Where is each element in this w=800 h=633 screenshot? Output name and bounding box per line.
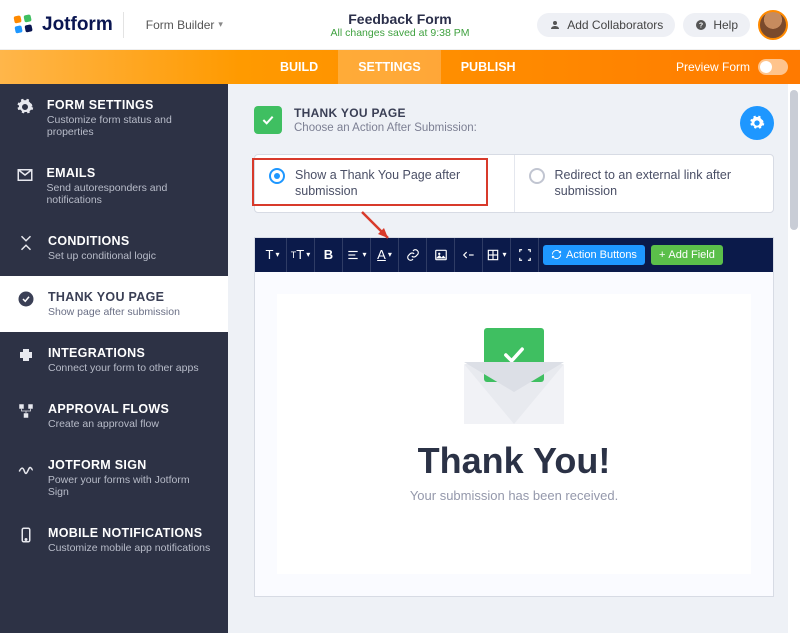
branch-icon (16, 234, 36, 262)
sidebar-item-form-settings[interactable]: FORM SETTINGSCustomize form status and p… (0, 84, 228, 152)
link-button[interactable] (399, 238, 427, 272)
app-header: Jotform Form Builder ▾ Feedback Form All… (0, 0, 800, 50)
check-badge-icon (254, 106, 282, 134)
refresh-icon (551, 249, 562, 260)
plus-icon: + (659, 249, 665, 261)
envelope-icon (16, 166, 34, 206)
font-size-button[interactable]: TT▾ (287, 238, 315, 272)
panel-subtitle: Choose an Action After Submission: (294, 122, 477, 134)
sidebar-item-emails[interactable]: EMAILSSend autoresponders and notificati… (0, 152, 228, 220)
main-nav: BUILD SETTINGS PUBLISH Preview Form (0, 50, 800, 84)
brand-text: Jotform (42, 14, 113, 36)
thank-you-settings-button[interactable] (740, 106, 774, 140)
mobile-icon (16, 526, 36, 554)
preview-toggle[interactable] (758, 59, 788, 75)
save-status: All changes saved at 9:38 PM (331, 27, 470, 39)
add-field-button[interactable]: + Add Field (651, 245, 723, 265)
gear-icon (16, 98, 35, 138)
puzzle-icon (16, 346, 36, 374)
tab-settings[interactable]: SETTINGS (338, 50, 441, 84)
divider (123, 12, 124, 38)
table-button[interactable]: ▾ (483, 238, 511, 272)
add-collaborators-button[interactable]: Add Collaborators (537, 13, 675, 37)
chevron-down-icon: ▾ (218, 19, 223, 30)
sidebar-item-approval-flows[interactable]: APPROVAL FLOWSCreate an approval flow (0, 388, 228, 444)
gear-icon (749, 115, 765, 131)
sidebar-item-integrations[interactable]: INTEGRATIONSConnect your form to other a… (0, 332, 228, 388)
option-show-thank-you[interactable]: Show a Thank You Page after submission (255, 155, 514, 212)
user-icon (549, 19, 561, 31)
thank-you-subtitle[interactable]: Your submission has been received. (410, 488, 618, 503)
settings-sidebar: FORM SETTINGSCustomize form status and p… (0, 84, 228, 633)
font-family-button[interactable]: T▾ (259, 238, 287, 272)
main-panel: THANK YOU PAGE Choose an Action After Su… (228, 84, 800, 633)
jotform-logo-icon (12, 13, 36, 37)
builder-dropdown[interactable]: Form Builder ▾ (138, 15, 231, 35)
preview-form-label: Preview Form (676, 60, 750, 74)
scrollbar-track[interactable] (788, 84, 800, 633)
question-icon: ? (695, 19, 707, 31)
sidebar-item-mobile-notifications[interactable]: MOBILE NOTIFICATIONSCustomize mobile app… (0, 512, 228, 568)
radio-selected-icon (269, 168, 285, 184)
align-button[interactable]: ▾ (343, 238, 371, 272)
action-options: Show a Thank You Page after submission R… (254, 154, 774, 213)
logo[interactable]: Jotform (12, 13, 113, 37)
help-button[interactable]: ? Help (683, 13, 750, 37)
envelope-illustration (454, 328, 574, 424)
panel-title: THANK YOU PAGE (294, 106, 477, 120)
flow-icon (16, 402, 36, 430)
form-title[interactable]: Feedback Form (331, 11, 470, 27)
sidebar-item-thank-you[interactable]: THANK YOU PAGEShow page after submission (0, 276, 228, 332)
text-color-button[interactable]: A▾ (371, 238, 399, 272)
panel-header: THANK YOU PAGE Choose an Action After Su… (254, 106, 774, 140)
tab-build[interactable]: BUILD (260, 50, 338, 84)
form-title-block: Feedback Form All changes saved at 9:38 … (331, 11, 470, 39)
code-button[interactable] (455, 238, 483, 272)
scrollbar-thumb[interactable] (790, 90, 798, 230)
sign-icon (16, 458, 36, 498)
thank-you-title[interactable]: Thank You! (418, 440, 611, 482)
image-button[interactable] (427, 238, 455, 272)
action-buttons-button[interactable]: Action Buttons (543, 245, 645, 265)
sidebar-item-jotform-sign[interactable]: JOTFORM SIGNPower your forms with Jotfor… (0, 444, 228, 512)
tab-publish[interactable]: PUBLISH (441, 50, 536, 84)
editor-toolbar: T▾ TT▾ B ▾ A▾ ▾ Action Buttons + (255, 238, 773, 272)
svg-text:?: ? (699, 22, 703, 29)
user-avatar[interactable] (758, 10, 788, 40)
sidebar-item-conditions[interactable]: CONDITIONSSet up conditional logic (0, 220, 228, 276)
thank-you-editor: T▾ TT▾ B ▾ A▾ ▾ Action Buttons + (254, 237, 774, 597)
option-redirect[interactable]: Redirect to an external link after submi… (514, 155, 774, 212)
radio-unselected-icon (529, 168, 545, 184)
check-circle-icon (16, 290, 36, 318)
expand-button[interactable] (511, 238, 539, 272)
thank-you-canvas[interactable]: Thank You! Your submission has been rece… (277, 294, 751, 574)
bold-button[interactable]: B (315, 238, 343, 272)
